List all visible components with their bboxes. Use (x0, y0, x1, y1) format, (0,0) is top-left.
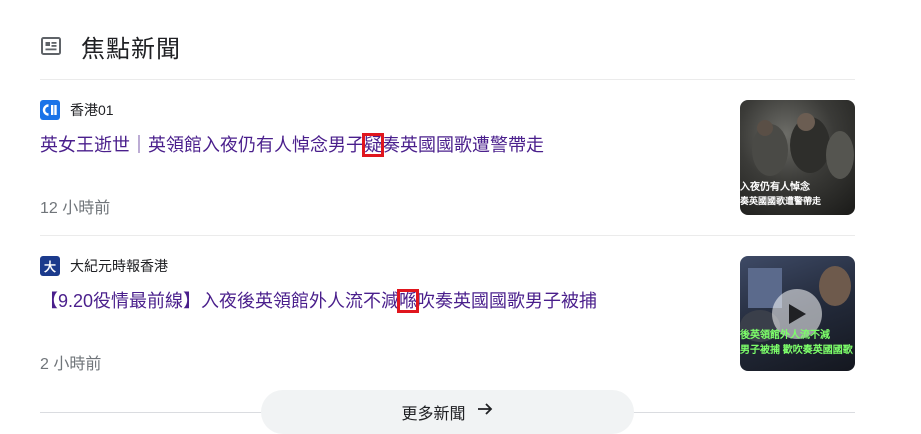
video-thumbnail[interactable]: 後英領館外人流不減 男子被捕 歡吹奏英國國歌 (740, 256, 855, 371)
headline-text: 【9.20役情最前線】入夜後英領館外人流不減 (40, 291, 400, 311)
top-stories-panel: 焦點新聞 香港01 英女王逝世｜英領館入夜仍有人悼念男子疑奏英國國歌遭警帶走 1… (40, 0, 855, 434)
article-source: 大 大紀元時報香港 (40, 256, 168, 276)
article-source: 香港01 (40, 100, 114, 120)
section-header: 焦點新聞 (40, 28, 181, 64)
newspaper-icon (40, 35, 62, 57)
thumbnail-caption: 入夜仍有人悼念 (740, 182, 810, 193)
thumbnail-caption: 奏英國國歌遭警帶走 (740, 196, 822, 206)
source-logo: 大 (40, 256, 60, 276)
headline-text: 吹奏英國國歌男子被捕 (417, 291, 598, 311)
article-thumbnail[interactable]: 入夜仍有人悼念 奏英國國歌遭警帶走 (740, 100, 855, 215)
more-news-button[interactable]: 更多新聞 (261, 390, 634, 434)
article-time: 2 小時前 (40, 356, 102, 373)
more-news-area: 更多新聞 (40, 390, 855, 434)
highlight-box: 喺 (397, 289, 420, 313)
headline-text: 奏英國國歌遭警帶走 (382, 135, 544, 155)
more-news-label: 更多新聞 (401, 406, 466, 423)
headline-text: 英女王逝世｜英領館入夜仍有人悼念男子 (40, 135, 364, 155)
thumbnail-caption: 男子被捕 歡吹奏英國國歌 (740, 345, 853, 356)
divider (40, 79, 855, 80)
article-headline-link[interactable]: 英女王逝世｜英領館入夜仍有人悼念男子疑奏英國國歌遭警帶走 (40, 131, 544, 159)
divider (40, 235, 855, 236)
news-article[interactable]: 香港01 英女王逝世｜英領館入夜仍有人悼念男子疑奏英國國歌遭警帶走 12 小時前… (40, 100, 855, 240)
thumbnail-caption: 後英領館外人流不減 (740, 330, 830, 341)
article-time: 12 小時前 (40, 200, 111, 217)
source-name: 香港01 (70, 102, 114, 118)
news-article[interactable]: 大 大紀元時報香港 【9.20役情最前線】入夜後英領館外人流不減喺吹奏英國國歌男… (40, 256, 855, 396)
highlight-box: 疑 (362, 133, 384, 157)
section-title: 焦點新聞 (81, 35, 181, 63)
article-headline-link[interactable]: 【9.20役情最前線】入夜後英領館外人流不減喺吹奏英國國歌男子被捕 (40, 287, 597, 315)
arrow-right-icon (476, 400, 494, 418)
source-logo (40, 100, 60, 120)
source-name: 大紀元時報香港 (70, 258, 168, 274)
